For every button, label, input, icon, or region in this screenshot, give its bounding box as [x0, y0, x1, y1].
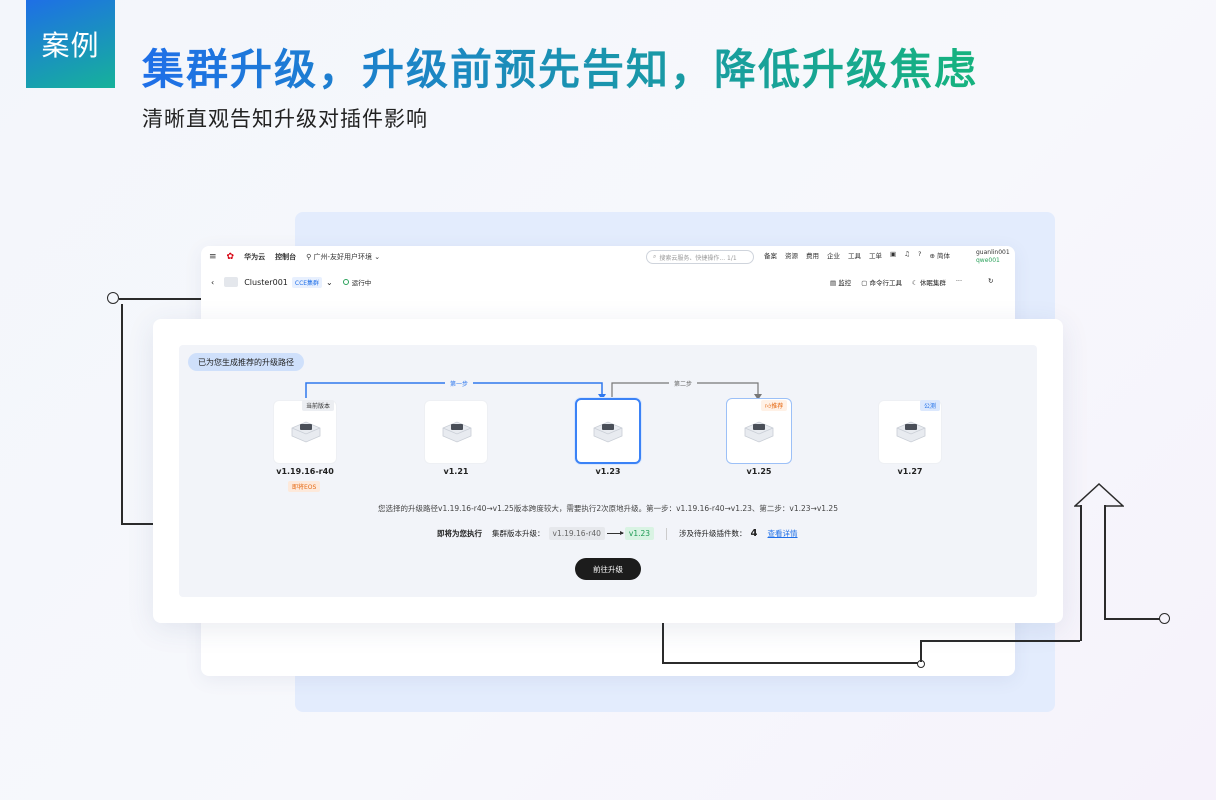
region-label: 广州-友好用户环境 [313, 253, 372, 261]
location-icon: ⚲ [306, 253, 312, 261]
chevron-down-icon: ⌄ [374, 253, 381, 261]
version-label: v1.21 [443, 467, 469, 476]
cluster-type-tag: CCE集群 [291, 276, 323, 288]
arrow-right-icon [606, 531, 624, 535]
search-icon: ⌕ [653, 253, 657, 260]
decor-line [121, 523, 153, 525]
cluster-upgrade-label: 集群版本升级： [492, 529, 545, 538]
public-beta-tag: 公测 [920, 400, 941, 411]
user-sub: qwe001 [976, 257, 1000, 264]
more-icon[interactable]: ··· [956, 277, 962, 287]
user-name: guanlin001 [976, 249, 1010, 256]
version-label: v1.25 [746, 467, 772, 476]
recommended-tag: 👍︎推荐 [761, 400, 788, 411]
from-version: v1.19.16-r40 [548, 527, 605, 540]
cluster-box-icon [593, 421, 623, 443]
decor-line [1104, 505, 1106, 619]
search-input[interactable]: ⌕ 搜索云服务、快捷操作... 1/1 [646, 250, 754, 264]
cluster-icon [224, 277, 239, 287]
page-headline: 集群升级，升级前预先告知，降低升级焦虑 [142, 36, 978, 97]
top-menu-item-tools[interactable]: 工具 [848, 250, 861, 260]
back-icon[interactable]: ‹ [211, 278, 214, 287]
plugin-count: 4 [750, 528, 758, 539]
decor-circle-left [107, 292, 119, 304]
view-details-link[interactable]: 查看详情 [768, 528, 798, 539]
language-label: 简体 [936, 252, 950, 260]
recommended-label: 推荐 [771, 403, 784, 410]
menu-icon[interactable]: ≡ [209, 252, 217, 262]
up-arrow-icon [1074, 482, 1124, 507]
hibernate-label: 休眠集群 [919, 279, 946, 287]
version-label: v1.23 [595, 467, 621, 476]
upgrade-description: 您选择的升级路径v1.19.16-r40→v1.25版本跨度较大，需要执行2次原… [378, 504, 838, 513]
cluster-box-icon [442, 421, 472, 443]
top-menu-item-tickets[interactable]: 工单 [869, 250, 882, 260]
exec-label: 即将为您执行 [437, 529, 482, 538]
decor-line [119, 298, 201, 300]
step1-label: 第一步 [445, 379, 474, 388]
decor-line [920, 640, 1080, 642]
top-menu: 备案 资源 费用 企业 工具 工单 ▣ ♫ ? ⊕ 简体 [764, 250, 950, 260]
language-switch[interactable]: ⊕ 简体 [929, 250, 950, 260]
go-upgrade-button[interactable]: 前往升级 [575, 558, 641, 580]
monitor-icon: ▤ [830, 279, 839, 287]
to-version: v1.23 [624, 527, 655, 540]
step2-label: 第二步 [669, 379, 698, 388]
version-label: v1.19.16-r40 [276, 467, 334, 476]
region-selector[interactable]: ⚲ 广州-友好用户环境 ⌄ [306, 252, 380, 262]
decor-line [662, 623, 664, 663]
decor-circle-right [1159, 613, 1170, 624]
brand-name: 华为云 [244, 253, 266, 261]
top-menu-item-billing[interactable]: 费用 [806, 250, 819, 260]
status-dot-icon [342, 279, 349, 285]
console-link[interactable]: 控制台 [275, 252, 296, 262]
cluster-name[interactable]: Cluster001 [244, 278, 288, 287]
cluster-tools: ▤ 监控 ▢ 命令行工具 ☾ 休眠集群 ··· ↻ [830, 277, 994, 287]
eos-badge: 即将EOS [288, 481, 321, 492]
page-subheadline: 清晰直观告知升级对插件影响 [142, 107, 428, 131]
cli-tool-button[interactable]: ▢ 命令行工具 [861, 277, 902, 287]
case-badge: 案例 [26, 0, 115, 88]
top-menu-item-filing[interactable]: 备案 [764, 250, 777, 260]
search-placeholder: 搜索云服务、快捷操作... 1/1 [659, 254, 737, 262]
cluster-box-icon [291, 421, 321, 443]
bell-icon[interactable]: ♫ [904, 250, 910, 260]
cluster-box-icon [896, 421, 926, 443]
decor-line [662, 662, 920, 664]
plugin-label: 涉及待升级插件数： [679, 529, 747, 538]
current-version-tag: 当前版本 [302, 400, 335, 411]
top-menu-item-resources[interactable]: 资源 [785, 250, 798, 260]
step-connectors [305, 382, 762, 400]
divider [666, 527, 668, 540]
help-icon[interactable]: ? [918, 250, 921, 260]
chevron-down-icon[interactable]: ⌄ [326, 278, 333, 287]
top-menu-item-enterprise[interactable]: 企业 [827, 250, 840, 260]
refresh-icon[interactable]: ↻ [988, 277, 993, 287]
monitor-label: 监控 [838, 279, 852, 287]
user-account[interactable]: guanlin001 qwe001 [976, 249, 1010, 265]
cli-label: 命令行工具 [869, 279, 902, 287]
decor-line [1080, 505, 1082, 641]
huawei-logo-icon: ✿ [226, 252, 235, 262]
terminal-icon[interactable]: ▣ [890, 250, 896, 260]
hibernate-button[interactable]: ☾ 休眠集群 [912, 277, 946, 287]
globe-icon: ⊕ [929, 252, 935, 260]
path-title: 已为您生成推荐的升级路径 [188, 353, 304, 371]
moon-icon: ☾ [911, 279, 920, 287]
version-label: v1.27 [897, 467, 923, 476]
cluster-status: 运行中 [351, 279, 372, 287]
cluster-box-icon [744, 421, 774, 443]
decor-line [920, 640, 922, 662]
monitor-button[interactable]: ▤ 监控 [830, 277, 851, 287]
decor-line [1104, 618, 1160, 620]
execution-summary: 即将为您执行 集群版本升级： v1.19.16-r40 v1.23 涉及待升级插… [437, 527, 798, 540]
decor-line [121, 304, 123, 524]
